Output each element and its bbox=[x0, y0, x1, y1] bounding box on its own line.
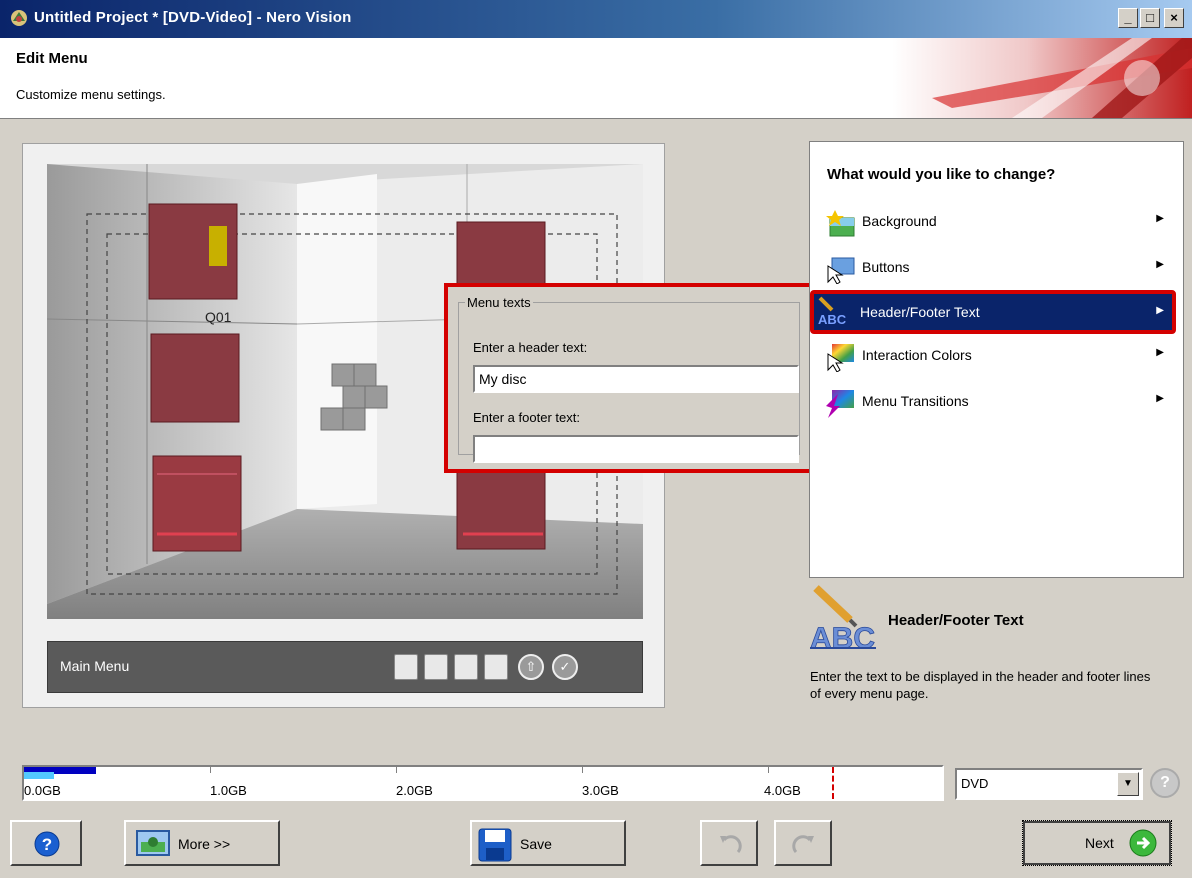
option-buttons[interactable]: Buttons ▶ bbox=[818, 250, 1174, 286]
header-text-input[interactable] bbox=[473, 365, 799, 393]
next-button-label: Next bbox=[1085, 835, 1114, 851]
header-decoration-image bbox=[892, 38, 1192, 118]
svg-text:ABC: ABC bbox=[810, 622, 875, 650]
disc-type-value: DVD bbox=[961, 776, 989, 791]
more-button[interactable]: More >> bbox=[124, 820, 280, 866]
page-title: Edit Menu bbox=[16, 50, 88, 67]
disc-capacity-bar: 0.0GB 1.0GB 2.0GB 3.0GB 4.0GB bbox=[22, 765, 944, 801]
window-title: Untitled Project * [DVD-Video] - Nero Vi… bbox=[34, 9, 352, 26]
undo-icon bbox=[720, 835, 742, 853]
capacity-tick bbox=[396, 767, 397, 773]
chevron-right-icon: ▶ bbox=[1156, 259, 1164, 270]
option-label: Background bbox=[862, 213, 937, 229]
description-title: Header/Footer Text bbox=[888, 612, 1024, 629]
capacity-tick bbox=[768, 767, 769, 773]
next-button[interactable]: Next bbox=[1022, 820, 1172, 866]
first-page-icon[interactable] bbox=[394, 654, 418, 680]
maximize-button[interactable]: □ bbox=[1140, 8, 1160, 28]
option-label: Header/Footer Text bbox=[860, 304, 980, 320]
capacity-tick bbox=[582, 767, 583, 773]
undo-button[interactable] bbox=[700, 820, 758, 866]
option-interaction-colors[interactable]: Interaction Colors ▶ bbox=[818, 338, 1174, 374]
menu-texts-group: Menu texts Enter a header text: Enter a … bbox=[458, 295, 800, 463]
chevron-right-icon: ▶ bbox=[1156, 393, 1164, 404]
previous-page-icon[interactable] bbox=[424, 654, 448, 680]
confirm-icon[interactable]: ✓ bbox=[552, 654, 578, 680]
chevron-right-icon: ▶ bbox=[1156, 213, 1164, 224]
option-header-footer-text[interactable]: ABC Header/Footer Text ▶ bbox=[810, 290, 1176, 334]
floppy-disk-icon bbox=[478, 828, 512, 862]
minimize-button[interactable]: _ bbox=[1118, 8, 1138, 28]
background-icon bbox=[826, 210, 855, 237]
capacity-help-icon[interactable]: ? bbox=[1150, 768, 1180, 798]
chevron-right-icon: ▶ bbox=[1156, 305, 1164, 316]
description-text: Enter the text to be displayed in the he… bbox=[810, 669, 1151, 701]
buttons-icon bbox=[827, 257, 855, 284]
option-label: Interaction Colors bbox=[862, 347, 972, 363]
help-button[interactable]: ? bbox=[10, 820, 82, 866]
more-button-label: More >> bbox=[178, 836, 231, 852]
header-text-label: Enter a header text: bbox=[473, 340, 588, 355]
options-panel: What would you like to change? Backgroun… bbox=[809, 141, 1184, 578]
save-button-label: Save bbox=[520, 836, 552, 852]
redo-button[interactable] bbox=[774, 820, 832, 866]
abc-text-icon: ABC bbox=[818, 296, 847, 326]
footer-text-label: Enter a footer text: bbox=[473, 410, 580, 425]
title-bar: Untitled Project * [DVD-Video] - Nero Vi… bbox=[0, 0, 1192, 38]
preview-button-label: Q01 bbox=[205, 309, 232, 325]
preview-navigation-bar: Main Menu ⇧ ✓ bbox=[47, 641, 643, 693]
capacity-label: 4.0GB bbox=[764, 783, 801, 798]
menu-transitions-icon bbox=[826, 390, 854, 418]
capacity-label: 2.0GB bbox=[396, 783, 433, 798]
menu-texts-group-title: Menu texts bbox=[467, 295, 531, 310]
more-options-icon bbox=[136, 830, 170, 856]
help-icon: ? bbox=[34, 831, 60, 857]
options-question: What would you like to change? bbox=[827, 166, 1056, 183]
capacity-label: 0.0GB bbox=[24, 783, 61, 798]
close-button[interactable]: × bbox=[1164, 8, 1184, 28]
capacity-label: 3.0GB bbox=[582, 783, 619, 798]
next-page-icon[interactable] bbox=[454, 654, 478, 680]
svg-text:?: ? bbox=[42, 835, 52, 854]
chevron-right-icon: ▶ bbox=[1156, 347, 1164, 358]
up-menu-icon[interactable]: ⇧ bbox=[518, 654, 544, 680]
chevron-down-icon[interactable]: ▼ bbox=[1117, 772, 1139, 796]
menu-texts-panel: Menu texts Enter a header text: Enter a … bbox=[444, 283, 816, 473]
option-label: Buttons bbox=[862, 259, 910, 275]
capacity-tick bbox=[210, 767, 211, 773]
save-button[interactable]: Save bbox=[470, 820, 626, 866]
abc-text-large-icon: ABC bbox=[810, 585, 876, 650]
last-page-icon[interactable] bbox=[484, 654, 508, 680]
interaction-colors-icon bbox=[827, 344, 854, 372]
page-header: Edit Menu Customize menu settings. bbox=[0, 38, 1192, 119]
option-label: Menu Transitions bbox=[862, 393, 969, 409]
disc-type-select[interactable]: DVD ▼ bbox=[955, 768, 1143, 800]
redo-icon bbox=[792, 835, 814, 853]
capacity-limit-line bbox=[832, 767, 834, 799]
nero-vision-app-icon bbox=[11, 10, 27, 26]
capacity-label: 1.0GB bbox=[210, 783, 247, 798]
option-background[interactable]: Background ▶ bbox=[818, 204, 1174, 240]
arrow-right-icon bbox=[1129, 829, 1157, 857]
option-menu-transitions[interactable]: Menu Transitions ▶ bbox=[818, 384, 1174, 420]
footer-text-input[interactable] bbox=[473, 435, 799, 463]
svg-text:ABC: ABC bbox=[818, 312, 847, 326]
capacity-used-fill-secondary bbox=[24, 772, 54, 779]
current-menu-label: Main Menu bbox=[60, 658, 130, 674]
page-subtitle: Customize menu settings. bbox=[16, 87, 166, 102]
